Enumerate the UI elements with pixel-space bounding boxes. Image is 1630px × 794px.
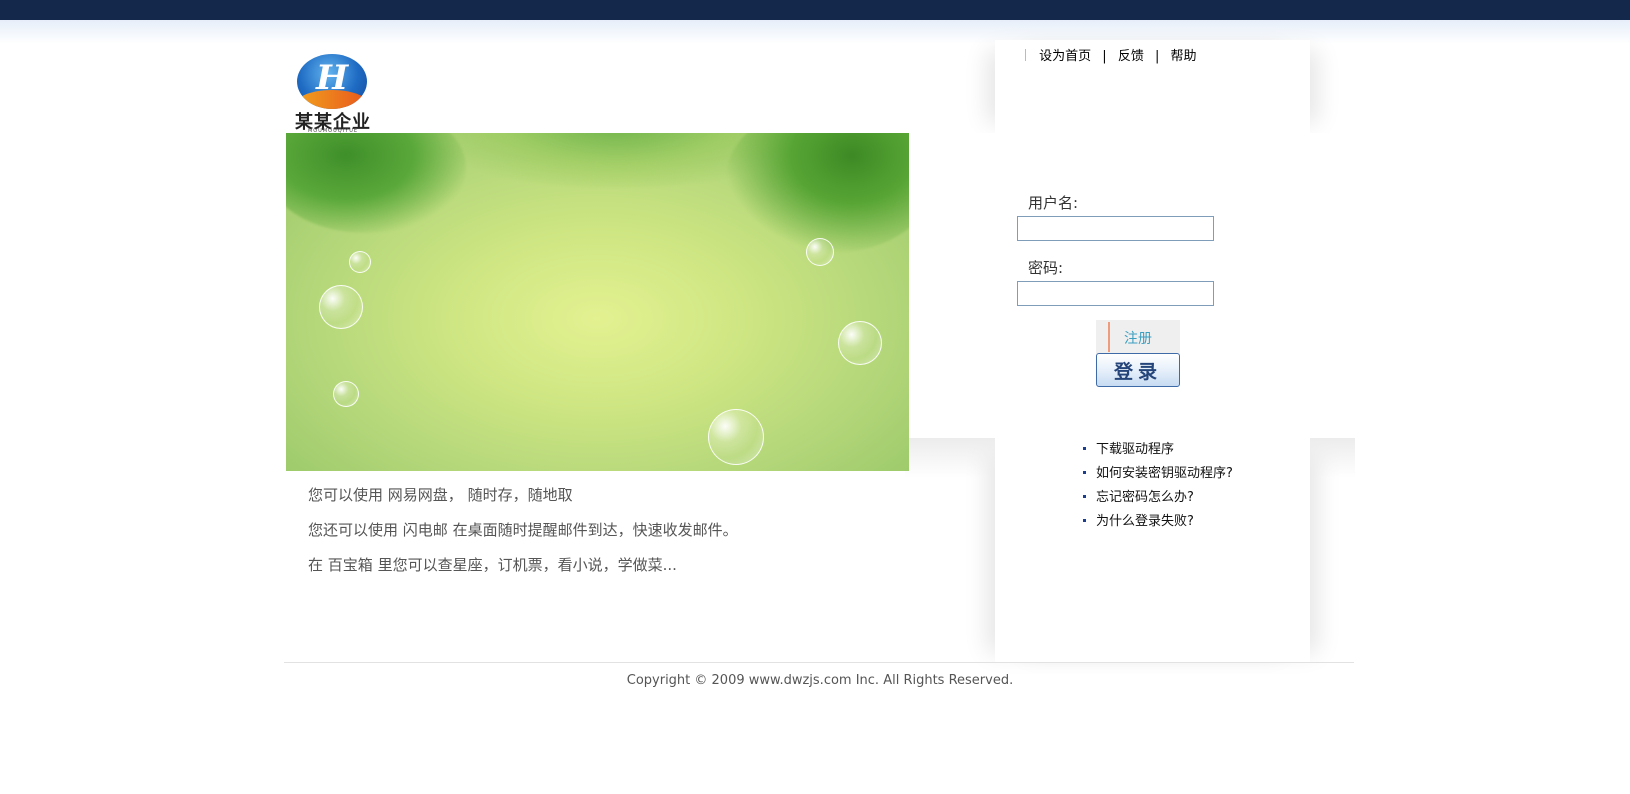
band-shadow-right — [1310, 438, 1355, 478]
promo-line-3: 在 百宝箱 里您可以查星座，订机票，看小说，学做菜... — [308, 554, 677, 575]
help-links-list: 下载驱动程序 如何安装密钥驱动程序? 忘记密码怎么办? 为什么登录失败? — [1083, 438, 1233, 534]
login-failed-link[interactable]: 为什么登录失败? — [1096, 514, 1194, 529]
logo-mark: H — [315, 58, 349, 98]
set-home-link[interactable]: 设为首页 — [1039, 49, 1091, 64]
netease-netdisk-link[interactable]: 网易网盘 — [388, 486, 448, 504]
bubble-decoration — [349, 251, 371, 273]
help-link[interactable]: 帮助 — [1171, 49, 1197, 64]
register-button[interactable]: 注册 — [1096, 320, 1180, 354]
link-separator: | — [1102, 49, 1107, 64]
password-label: 密码: — [1028, 259, 1064, 277]
bubble-decoration — [838, 321, 882, 365]
top-bar — [0, 0, 1630, 20]
username-label: 用户名: — [1028, 194, 1079, 212]
list-item: 为什么登录失败? — [1083, 510, 1233, 534]
flash-mail-link[interactable]: 闪电邮 — [403, 521, 448, 539]
link-separator: | — [1154, 49, 1160, 64]
promo-line-1: 您可以使用 网易网盘， 随时存，随地取 — [308, 484, 573, 505]
promo-text: 里您可以查星座，订机票，看小说，学做菜... — [372, 556, 677, 574]
promo-text: 您可以使用 — [308, 486, 388, 504]
bubble-decoration — [806, 238, 834, 266]
leaves-right-decoration — [726, 133, 909, 253]
band-shadow-left — [905, 438, 995, 478]
promo-text: 在 — [308, 556, 328, 574]
divider — [1025, 49, 1026, 61]
list-item: 忘记密码怎么办? — [1083, 486, 1233, 510]
promo-text: 您还可以使用 — [308, 521, 403, 539]
promo-text: 在桌面随时提醒邮件到达，快速收发邮件。 — [447, 521, 738, 539]
list-item: 下载驱动程序 — [1083, 438, 1233, 462]
footer-divider — [284, 662, 1354, 663]
bubble-decoration — [319, 285, 363, 329]
company-logo: H 某某企业 MOUMOUQIYUE — [290, 52, 376, 134]
forgot-password-link[interactable]: 忘记密码怎么办? — [1096, 490, 1194, 505]
bubble-decoration — [708, 409, 764, 465]
feedback-link[interactable]: 反馈 — [1118, 49, 1144, 64]
list-item: 如何安装密钥驱动程序? — [1083, 462, 1233, 486]
logo-emblem: H — [297, 54, 367, 109]
top-links: 设为首页 | 反馈 | 帮助 — [1025, 45, 1197, 64]
download-driver-link[interactable]: 下载驱动程序 — [1096, 442, 1174, 457]
banner-image — [286, 133, 909, 471]
top-bar-fade — [0, 20, 1630, 44]
promo-line-2: 您还可以使用 闪电邮 在桌面随时提醒邮件到达，快速收发邮件。 — [308, 519, 738, 540]
promo-text: ， 随时存，随地取 — [447, 486, 573, 504]
bubble-decoration — [333, 381, 359, 407]
register-button-label: 注册 — [1124, 330, 1152, 346]
install-key-driver-link[interactable]: 如何安装密钥驱动程序? — [1096, 466, 1233, 481]
copyright-text: Copyright © 2009 www.dwzjs.com Inc. All … — [626, 673, 1014, 688]
treasure-box-link[interactable]: 百宝箱 — [328, 556, 373, 574]
username-input[interactable] — [1017, 216, 1214, 241]
login-button[interactable]: 登录 — [1096, 353, 1180, 387]
password-input[interactable] — [1017, 281, 1214, 306]
